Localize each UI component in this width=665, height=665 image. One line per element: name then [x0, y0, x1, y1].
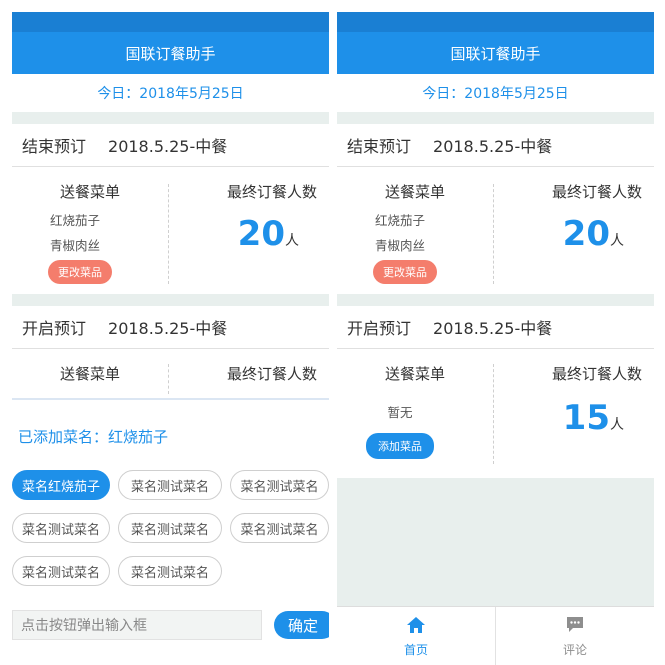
order-status: 开启预订: [22, 319, 87, 338]
right-screen: 国联订餐助手 今日：2018年5月25日 结束预订 2018.5.25-中餐 送…: [337, 12, 654, 665]
date-bar: 今日：2018年5月25日: [337, 74, 654, 112]
app-title: 国联订餐助手: [450, 44, 541, 63]
app-header: 国联订餐助手: [12, 32, 329, 74]
meal-date: 2018.5.25-中餐: [108, 319, 228, 338]
dish-chip[interactable]: 菜名测试菜名: [12, 513, 110, 543]
dish-name-input[interactable]: 点击按钮弹出输入框: [12, 610, 262, 640]
final-count: 20: [562, 214, 610, 254]
app-title: 国联订餐助手: [125, 44, 216, 63]
menu-header: 送餐菜单: [384, 183, 445, 201]
count-unit: 人: [285, 233, 299, 249]
dish-chip[interactable]: 菜名测试菜名: [118, 513, 222, 543]
menu-column: 送餐菜单 红烧茄子 青椒肉丝 更改菜品: [12, 167, 168, 284]
comment-icon: [565, 616, 585, 638]
dish-item: 红烧茄子: [49, 213, 100, 228]
meal-date: 2018.5.25-中餐: [108, 137, 228, 156]
order-status: 结束预订: [347, 137, 412, 156]
final-count: 20: [237, 214, 285, 254]
card-title: 开启预订 2018.5.25-中餐: [337, 306, 654, 349]
count-unit: 人: [610, 233, 624, 249]
app-header: 国联订餐助手: [337, 32, 654, 74]
add-dish-button[interactable]: 添加菜品: [366, 433, 434, 459]
bottom-tab-bar: 首页 评论: [337, 606, 654, 665]
dish-chip-selected[interactable]: 菜名红烧茄子: [12, 470, 110, 500]
dish-chip[interactable]: 菜名测试菜名: [118, 470, 222, 500]
confirm-label: 确定: [288, 616, 319, 635]
added-dish-text: 已添加菜名：红烧茄子: [18, 428, 169, 446]
change-dish-button[interactable]: 更改菜品: [48, 260, 112, 284]
tab-home[interactable]: 首页: [337, 607, 495, 665]
today-date: 今日：2018年5月25日: [97, 86, 244, 102]
change-dish-button[interactable]: 更改菜品: [373, 260, 437, 284]
order-status: 开启预订: [347, 319, 412, 338]
left-screen: 国联订餐助手 今日：2018年5月25日 结束预订 2018.5.25-中餐 送…: [12, 12, 329, 665]
final-count: 15: [562, 398, 610, 438]
meal-date: 2018.5.25-中餐: [433, 137, 553, 156]
tab-comment[interactable]: 评论: [496, 607, 654, 665]
date-bar: 今日：2018年5月25日: [12, 74, 329, 112]
menu-column: 送餐菜单 暂无 添加菜品: [337, 349, 493, 459]
final-count-column: 最终订餐人数 15人: [493, 349, 654, 438]
menu-header: 送餐菜单: [59, 183, 120, 201]
final-count-header: 最终订餐人数: [551, 365, 642, 383]
home-icon: [406, 616, 426, 638]
order-status: 结束预订: [22, 137, 87, 156]
today-date: 今日：2018年5月25日: [422, 86, 569, 102]
dish-chip[interactable]: 菜名测试菜名: [230, 513, 329, 543]
section-gap: [337, 294, 654, 306]
dish-chip[interactable]: 菜名测试菜名: [12, 556, 110, 586]
open-order-card: 开启预订 2018.5.25-中餐 送餐菜单 最终订餐人数: [12, 306, 329, 400]
empty-menu-text: 暂无: [387, 405, 413, 420]
final-count-column: 最终订餐人数 20人: [493, 167, 654, 254]
final-count-header: 最终订餐人数: [226, 183, 317, 201]
menu-header: 送餐菜单: [384, 365, 445, 383]
tab-label: 首页: [403, 642, 428, 657]
meal-date: 2018.5.25-中餐: [433, 319, 553, 338]
dish-item: 青椒肉丝: [49, 238, 100, 253]
open-order-card: 开启预订 2018.5.25-中餐 送餐菜单 暂无 添加菜品 最终订餐人数 15…: [337, 306, 654, 478]
dish-chip[interactable]: 菜名测试菜名: [230, 470, 329, 500]
card-title: 结束预订 2018.5.25-中餐: [337, 124, 654, 167]
final-count-column: 最终订餐人数 20人: [168, 167, 329, 254]
final-count-header: 最终订餐人数: [551, 183, 642, 201]
count-unit: 人: [610, 417, 624, 433]
tab-label: 评论: [562, 642, 587, 657]
section-gap: [12, 294, 329, 306]
input-placeholder: 点击按钮弹出输入框: [21, 618, 147, 634]
card-title: 结束预订 2018.5.25-中餐: [12, 124, 329, 167]
card-title: 开启预订 2018.5.25-中餐: [12, 306, 329, 349]
confirm-button[interactable]: 确定: [274, 611, 329, 639]
status-bar: [337, 12, 654, 32]
final-count-header: 最终订餐人数: [226, 365, 317, 383]
closed-order-card: 结束预订 2018.5.25-中餐 送餐菜单 红烧茄子 青椒肉丝 更改菜品 最终…: [337, 124, 654, 294]
closed-order-card: 结束预订 2018.5.25-中餐 送餐菜单 红烧茄子 青椒肉丝 更改菜品 最终…: [12, 124, 329, 294]
section-gap: [337, 112, 654, 124]
menu-header: 送餐菜单: [59, 365, 120, 383]
dish-item: 红烧茄子: [374, 213, 425, 228]
status-bar: [12, 12, 329, 32]
dish-item: 青椒肉丝: [374, 238, 425, 253]
menu-column: 送餐菜单: [12, 349, 168, 384]
dish-chip[interactable]: 菜名测试菜名: [118, 556, 222, 586]
final-count-column: 最终订餐人数: [168, 349, 329, 384]
menu-column: 送餐菜单 红烧茄子 青椒肉丝 更改菜品: [337, 167, 493, 284]
section-gap: [12, 112, 329, 124]
